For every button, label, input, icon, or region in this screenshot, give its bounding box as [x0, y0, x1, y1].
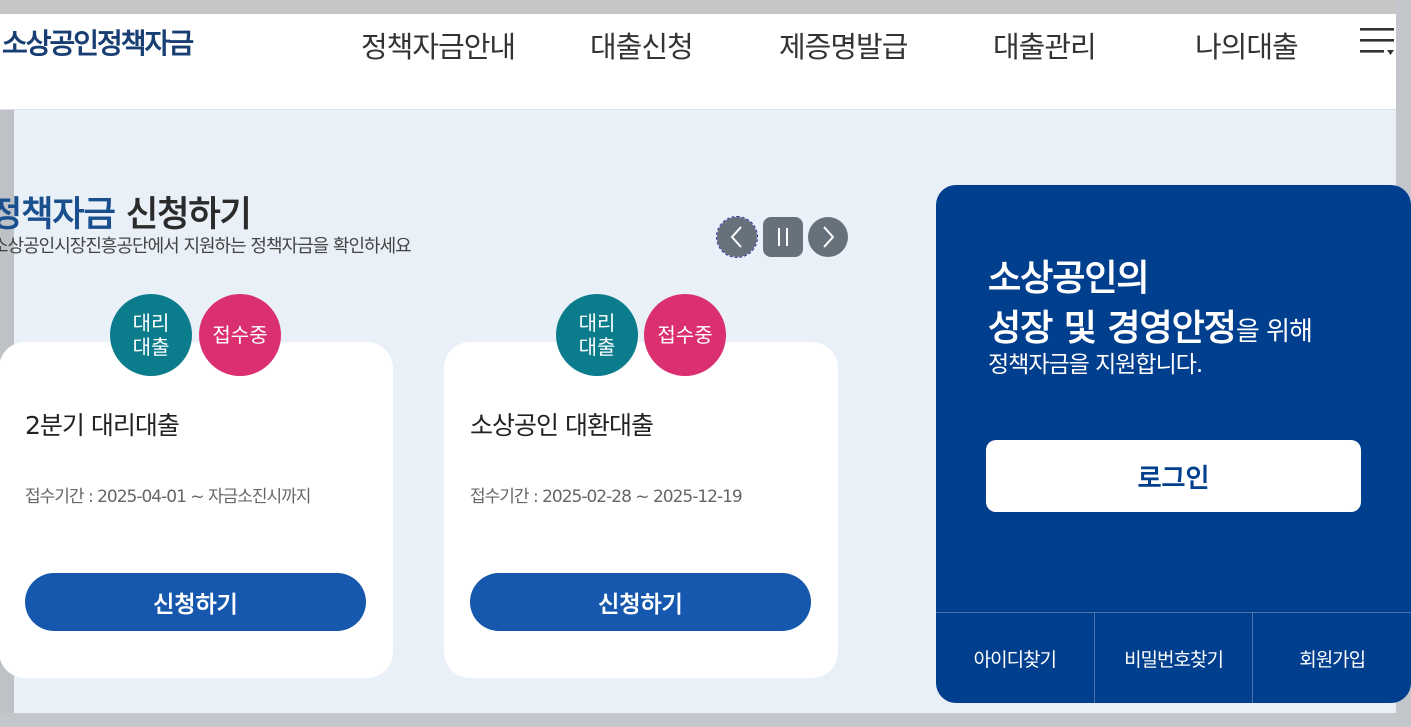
slider-prev-button[interactable]	[716, 216, 758, 258]
card-2-title: 소상공인 대환대출	[470, 411, 654, 440]
site-header: 소상공인정책자금 정책자금안내 대출신청 제증명발급 대출관리 나의대출	[0, 14, 1396, 110]
card-2-status-badge: 접수중	[644, 294, 726, 376]
nav-loan-apply[interactable]: 대출신청	[590, 24, 694, 66]
nav-policy-fund-info[interactable]: 정책자금안내	[361, 24, 516, 66]
login-panel-headline-2-rest: 을 위해	[1235, 317, 1313, 347]
chevron-right-icon	[823, 226, 835, 248]
section-subtitle: 소상공인시장진흥공단에서 지원하는 정책자금을 확인하세요	[0, 236, 412, 257]
card-1-title: 2분기 대리대출	[25, 411, 180, 440]
nav-certificate[interactable]: 제증명발급	[779, 24, 908, 66]
login-panel-links: 아이디찾기 비밀번호찾기 회원가입	[936, 612, 1411, 703]
fund-card-2: 소상공인 대환대출 접수기간 : 2025-02-28 ~ 2025-12-19…	[444, 342, 838, 678]
login-panel-headline-1: 소상공인의	[988, 258, 1150, 299]
section-title-rest: 신청하기	[114, 195, 252, 235]
login-panel-headline-2: 성장 및 경영안정을 위해	[988, 299, 1313, 351]
nav-my-loan[interactable]: 나의대출	[1195, 24, 1299, 66]
login-panel-headline-3: 정책자금을 지원합니다.	[988, 352, 1203, 378]
card-1-period: 접수기간 : 2025-04-01 ~ 자금소진시까지	[25, 487, 311, 507]
hamburger-menu-icon[interactable]	[1358, 26, 1396, 60]
pause-icon	[778, 228, 788, 246]
sign-up-link[interactable]: 회원가입	[1252, 613, 1411, 703]
chevron-left-icon	[730, 226, 742, 248]
card-2-apply-button[interactable]: 신청하기	[470, 573, 811, 631]
slider-next-button[interactable]	[808, 217, 848, 257]
card-2-type-badge: 대리 대출	[556, 294, 638, 376]
login-panel-headline-2-bold: 성장 및 경영안정	[988, 308, 1237, 349]
login-button[interactable]: 로그인	[986, 440, 1361, 512]
card-1-apply-button[interactable]: 신청하기	[25, 573, 366, 631]
card-1-type-badge: 대리 대출	[110, 294, 192, 376]
site-logo[interactable]: 소상공인정책자금	[2, 22, 194, 62]
section-title: 정책자금 신청하기	[0, 186, 252, 237]
bottom-scrim	[0, 713, 1411, 727]
login-panel: 소상공인의 성장 및 경영안정을 위해 정책자금을 지원합니다. 로그인 아이디…	[936, 185, 1411, 703]
section-title-accent: 정책자금	[0, 195, 116, 235]
slider-pause-button[interactable]	[763, 217, 803, 257]
card-2-period: 접수기간 : 2025-02-28 ~ 2025-12-19	[470, 487, 743, 507]
find-id-link[interactable]: 아이디찾기	[936, 613, 1094, 703]
find-password-link[interactable]: 비밀번호찾기	[1093, 613, 1253, 703]
fund-card-1: 2분기 대리대출 접수기간 : 2025-04-01 ~ 자금소진시까지 신청하…	[0, 342, 393, 678]
card-1-status-badge: 접수중	[199, 294, 281, 376]
nav-loan-management[interactable]: 대출관리	[993, 24, 1097, 66]
